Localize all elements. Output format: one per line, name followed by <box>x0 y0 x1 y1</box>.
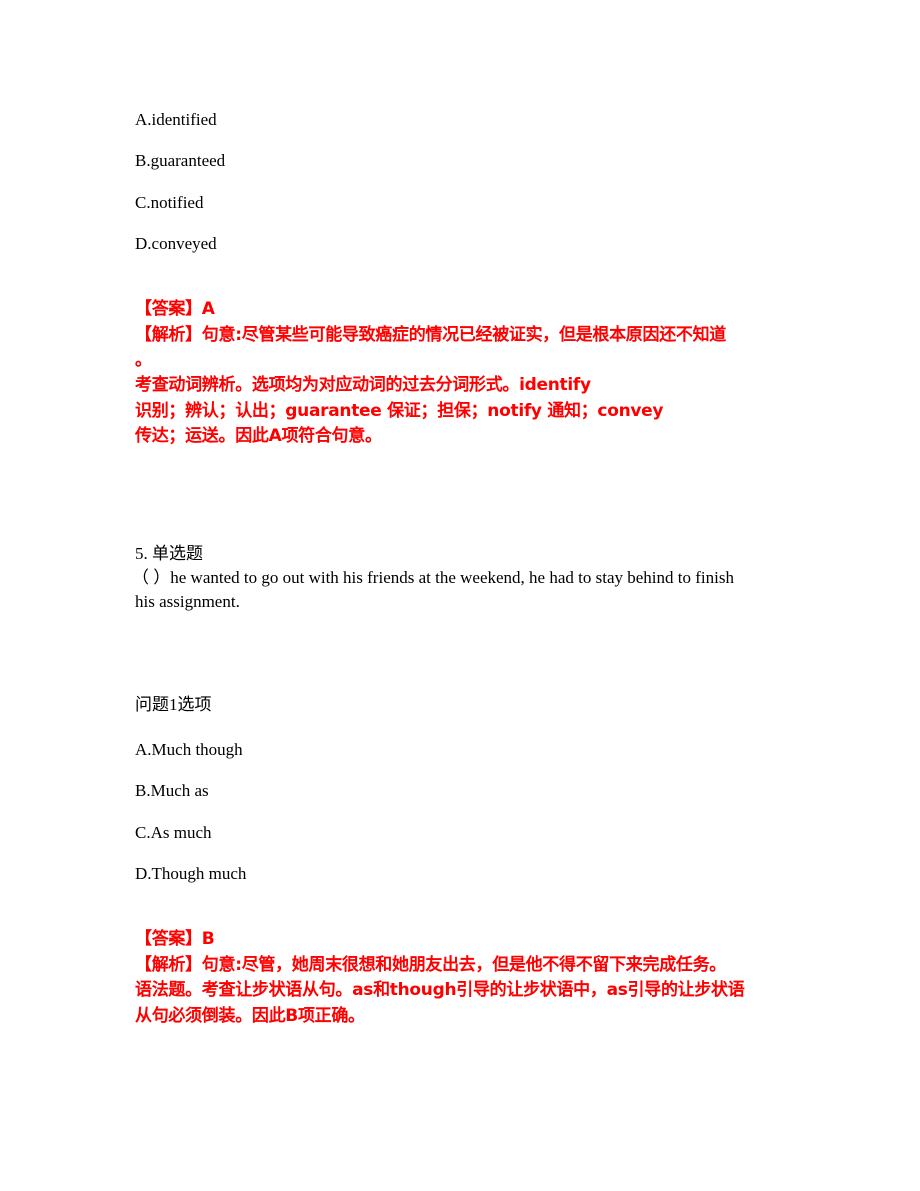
q5-option-a: A.Much though <box>135 740 243 759</box>
q5-header: 5. 单选题 <box>135 544 203 563</box>
q5-option-b: B.Much as <box>135 781 209 800</box>
q4-analysis-line-3: 考查动词辨析。选项均为对应动词的过去分词形式。identify <box>135 375 591 395</box>
q4-analysis-line-2: 。 <box>135 350 152 370</box>
q5-option-d: D.Though much <box>135 864 247 883</box>
q5-stem-line-2: his assignment. <box>135 592 240 611</box>
q5-answer: 【答案】B <box>135 929 215 949</box>
q5-analysis-line-3: 从句必须倒装。因此B项正确。 <box>135 1006 365 1026</box>
q4-option-b: B.guaranteed <box>135 151 226 170</box>
q4-option-a: A.identified <box>135 110 217 129</box>
q5-option-c: C.As much <box>135 823 212 842</box>
q4-analysis-line-5: 传达；运送。因此A项符合句意。 <box>135 426 382 446</box>
q4-analysis-line-1: 【解析】句意:尽管某些可能导致癌症的情况已经被证实，但是根本原因还不知道 <box>135 325 726 345</box>
q4-answer: 【答案】A <box>135 299 215 319</box>
q4-analysis-line-4: 识别；辨认；认出；guarantee 保证；担保；notify 通知；conve… <box>135 401 664 421</box>
q5-stem-line-1: （ ）he wanted to go out with his friends … <box>132 568 734 587</box>
q5-analysis-line-2: 语法题。考查让步状语从句。as和though引导的让步状语中，as引导的让步状语 <box>135 980 745 1000</box>
q5-analysis-line-1: 【解析】句意:尽管，她周末很想和她朋友出去，但是他不得不留下来完成任务。 <box>135 955 726 975</box>
q4-option-c: C.notified <box>135 193 204 212</box>
q5-options-title: 问题1选项 <box>135 695 212 714</box>
q4-option-d: D.conveyed <box>135 234 217 253</box>
